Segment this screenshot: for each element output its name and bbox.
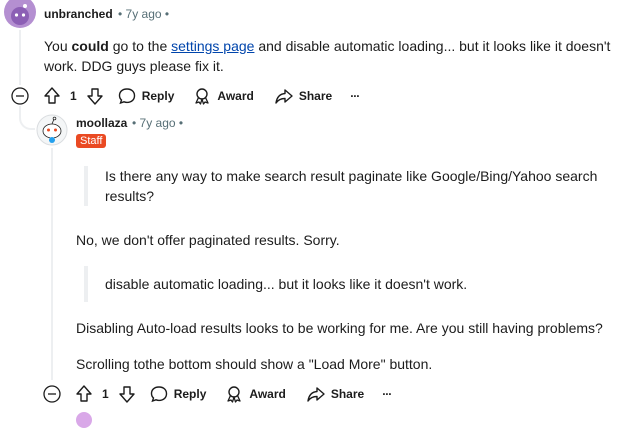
award-button[interactable]: Award [192,86,254,106]
award-icon [195,88,210,105]
share-label: Share [330,387,365,401]
comment-timestamp[interactable]: • 7y ago • [118,7,169,21]
comment-paragraph: No, we don't offer paginated results. So… [76,232,340,248]
comment-body: You could go to the settings page and di… [44,36,624,76]
staff-badge: Staff [76,134,107,148]
comment-author[interactable]: unbranched [44,7,113,21]
share-button[interactable]: Share [274,86,332,106]
comment-timestamp[interactable]: • 7y ago • [132,116,183,130]
award-button[interactable]: Award [224,384,286,404]
vote-count: 1 [70,89,77,103]
avatar-unbranched[interactable] [4,0,36,28]
reply-label: Reply [141,89,175,103]
reply-label: Reply [173,387,207,401]
collapse-icon[interactable] [10,86,30,106]
reply-icon [118,88,135,105]
blockquote: disable automatic loading... but it look… [84,266,615,302]
comment-text-part: You [44,38,72,54]
thread-connector [19,106,35,130]
comment-bold-text: could [71,38,109,54]
comment-text-part: go to the [108,38,172,54]
share-label: Share [298,89,333,103]
timestamp-text: 7y ago [139,116,176,130]
avatar-next-reply[interactable] [76,412,92,428]
collapse-icon[interactable] [42,384,62,404]
award-label: Award [249,387,286,401]
award-label: Award [217,89,254,103]
settings-page-link[interactable]: settings page [171,38,254,54]
comment-actions: 1 Reply Award Share ··· [10,84,360,108]
vote-count: 1 [102,387,109,401]
reply-icon [150,386,167,403]
thread-line-outer[interactable] [19,30,21,85]
snoo-avatar-icon [36,114,68,146]
downvote-icon[interactable] [117,384,137,404]
snoo-avatar-icon [11,4,29,25]
comment-author[interactable]: moollaza [76,116,127,130]
blockquote: Is there any way to make search result p… [84,166,615,206]
downvote-icon[interactable] [85,86,105,106]
timestamp-text: 7y ago [125,7,162,21]
avatar-moollaza[interactable] [36,114,68,146]
comment-paragraph: Disabling Auto-load results looks to be … [76,320,603,336]
comment-actions: 1 Reply Award Share ··· [42,382,392,406]
upvote-icon[interactable] [74,384,94,404]
comment-paragraph: Scrolling tothe bottom should show a "Lo… [76,356,433,372]
share-icon [307,387,325,402]
share-button[interactable]: Share [306,384,364,404]
award-icon [227,386,242,403]
upvote-icon[interactable] [42,86,62,106]
reply-button[interactable]: Reply [149,384,207,404]
thread-line-inner[interactable] [51,148,53,380]
share-icon [275,89,293,104]
more-options-icon[interactable]: ··· [382,387,392,401]
more-options-icon[interactable]: ··· [350,89,360,103]
reply-button[interactable]: Reply [117,86,175,106]
